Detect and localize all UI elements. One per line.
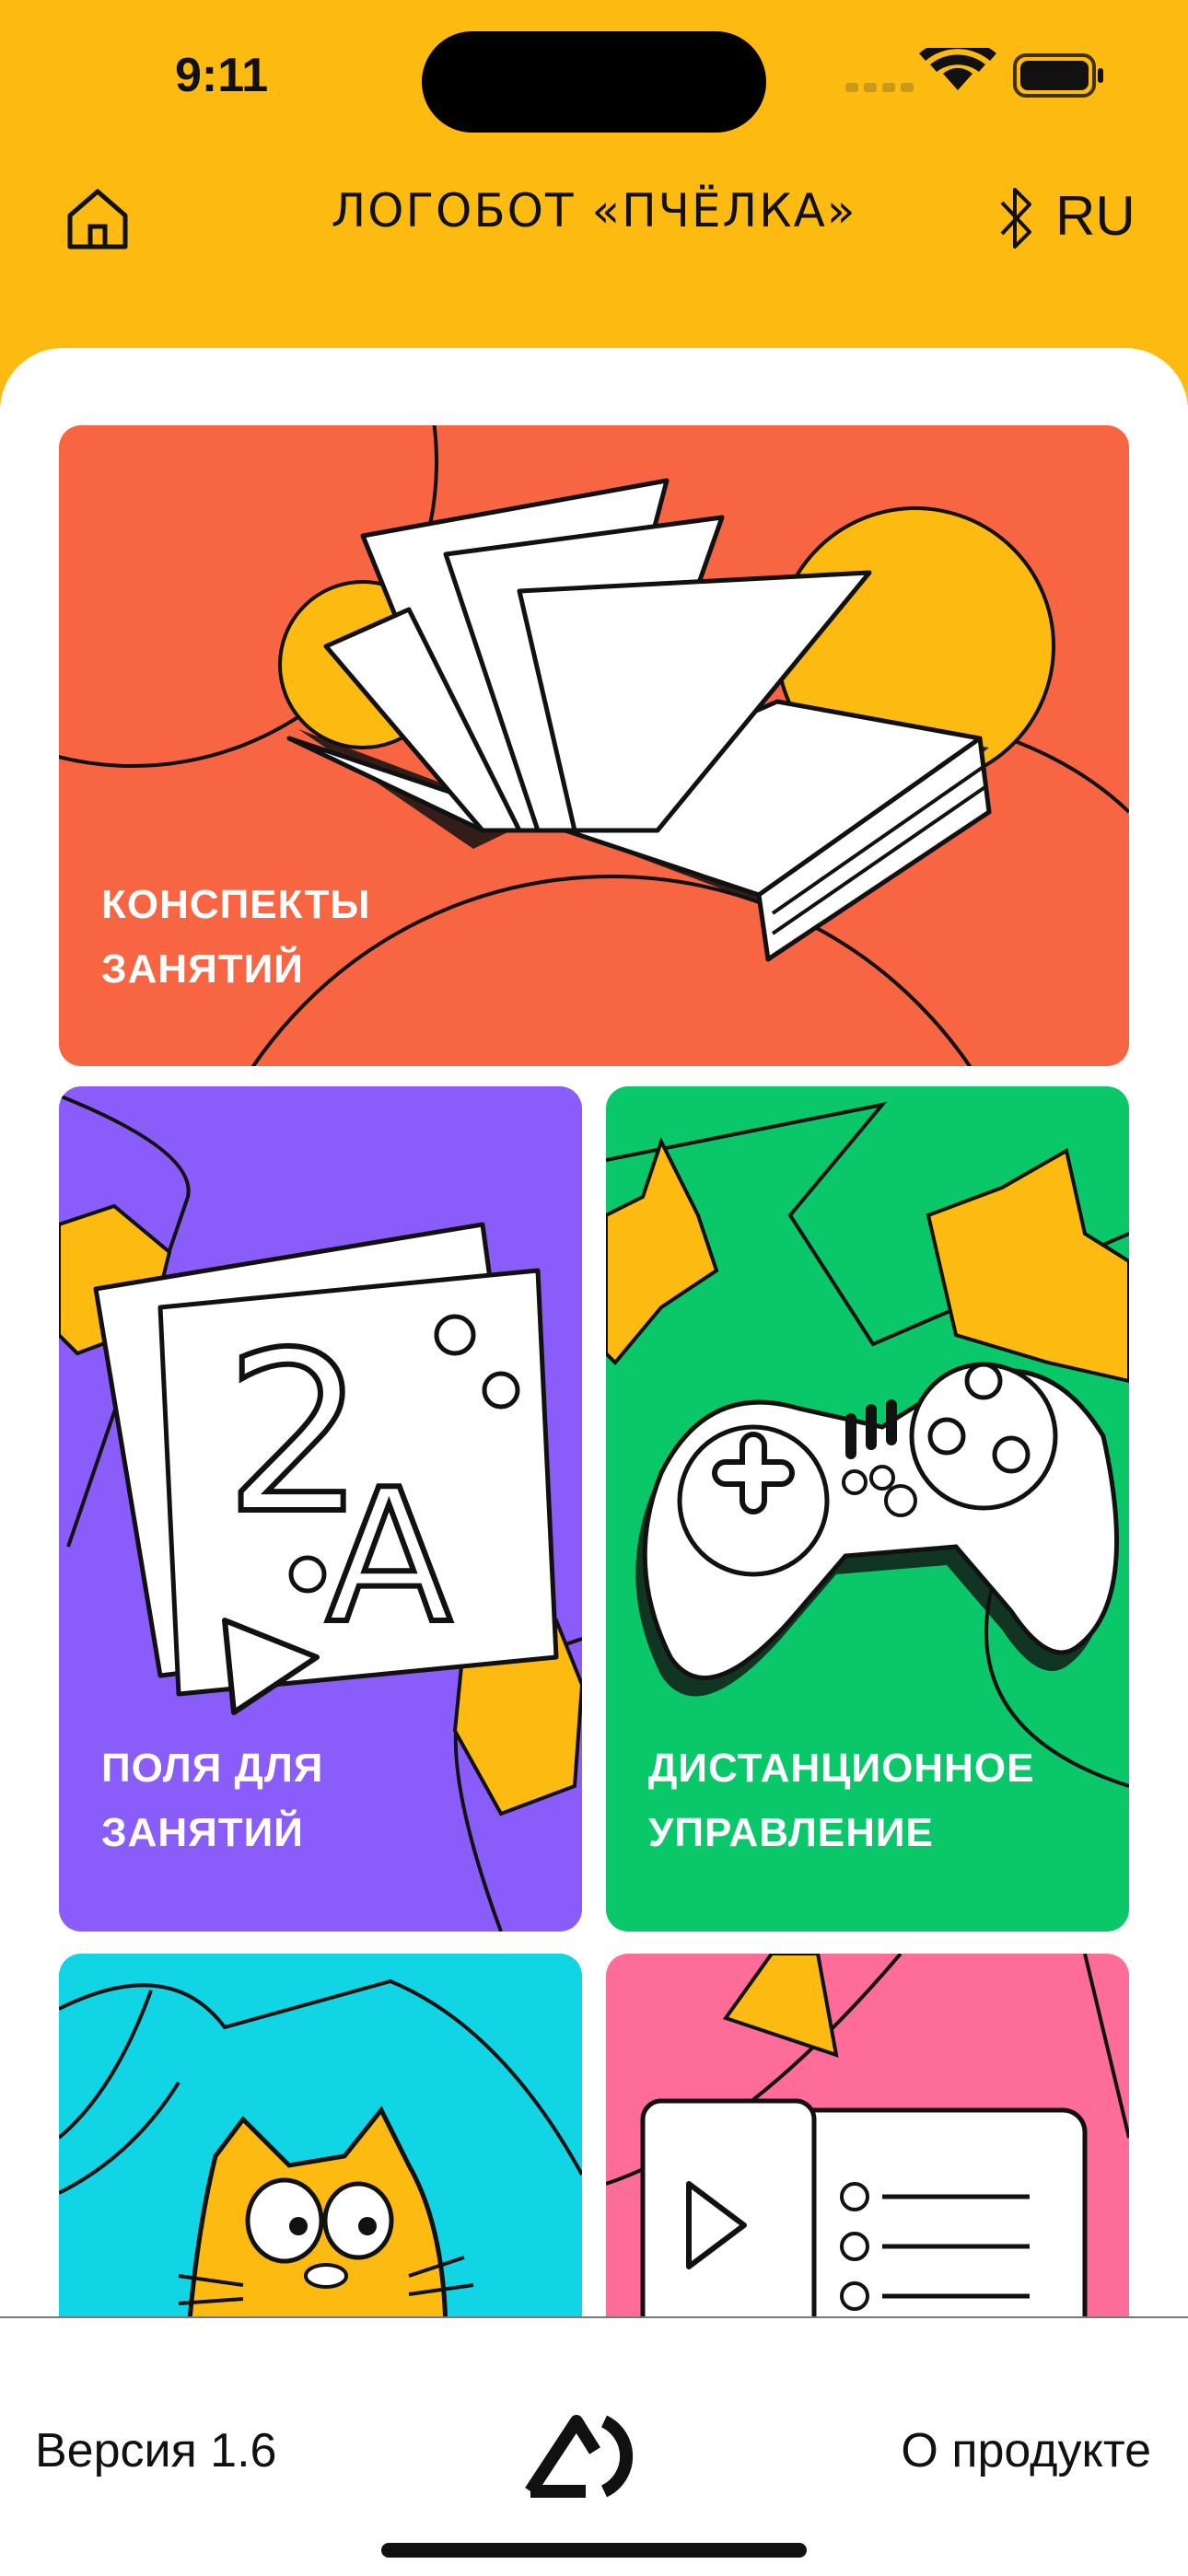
card-label-line: ЗАНЯТИЙ bbox=[101, 1810, 304, 1855]
video-list-illustration bbox=[606, 1954, 1129, 2318]
brand-logo-icon[interactable] bbox=[521, 2410, 659, 2502]
card-video-lessons[interactable] bbox=[606, 1954, 1129, 2318]
svg-text:A: A bbox=[326, 1450, 452, 1665]
battery-icon bbox=[1013, 53, 1103, 98]
card-remote-control[interactable]: ДИСТАНЦИОННОЕ УПРАВЛЕНИЕ bbox=[606, 1086, 1129, 1932]
card-label: КОНСПЕКТЫ ЗАНЯТИЙ bbox=[101, 873, 371, 1002]
language-switch[interactable]: RU bbox=[1055, 184, 1136, 248]
status-time: 9:11 bbox=[175, 49, 269, 102]
card-label: ПОЛЯ ДЛЯ ЗАНЯТИЙ bbox=[101, 1736, 323, 1865]
status-icons bbox=[845, 48, 1103, 98]
card-label-line: ПОЛЯ ДЛЯ bbox=[101, 1746, 324, 1791]
card-label-line: ЗАНЯТИЙ bbox=[101, 946, 304, 992]
cellular-icon bbox=[845, 83, 914, 92]
card-activity-fields[interactable]: 2 A ПОЛЯ ДЛЯ ЗАНЯТИЙ bbox=[59, 1086, 582, 1932]
footer: Версия 1.6 О продукте bbox=[0, 2316, 1188, 2576]
wifi-icon bbox=[919, 48, 996, 90]
card-programming[interactable] bbox=[59, 1954, 582, 2318]
content-sheet: КОНСПЕКТЫ ЗАНЯТИЙ 2 A ПОЛЯ ДЛЯ ЗАНЯТИЙ Д… bbox=[0, 348, 1188, 2318]
card-label-line: ДИСТАНЦИОННОЕ bbox=[648, 1746, 1035, 1791]
bluetooth-icon[interactable] bbox=[995, 182, 1039, 256]
card-lesson-notes[interactable]: КОНСПЕКТЫ ЗАНЯТИЙ bbox=[59, 425, 1129, 1066]
app-version: Версия 1.6 bbox=[35, 2424, 277, 2477]
cat-illustration bbox=[59, 1978, 582, 2318]
card-label: ДИСТАНЦИОННОЕ УПРАВЛЕНИЕ bbox=[648, 1736, 1034, 1865]
dynamic-island bbox=[422, 31, 766, 133]
home-indicator[interactable] bbox=[381, 2543, 807, 2558]
card-label-line: КОНСПЕКТЫ bbox=[101, 882, 371, 927]
about-product-link[interactable]: О продукте bbox=[901, 2423, 1151, 2478]
card-label-line: УПРАВЛЕНИЕ bbox=[648, 1810, 934, 1855]
